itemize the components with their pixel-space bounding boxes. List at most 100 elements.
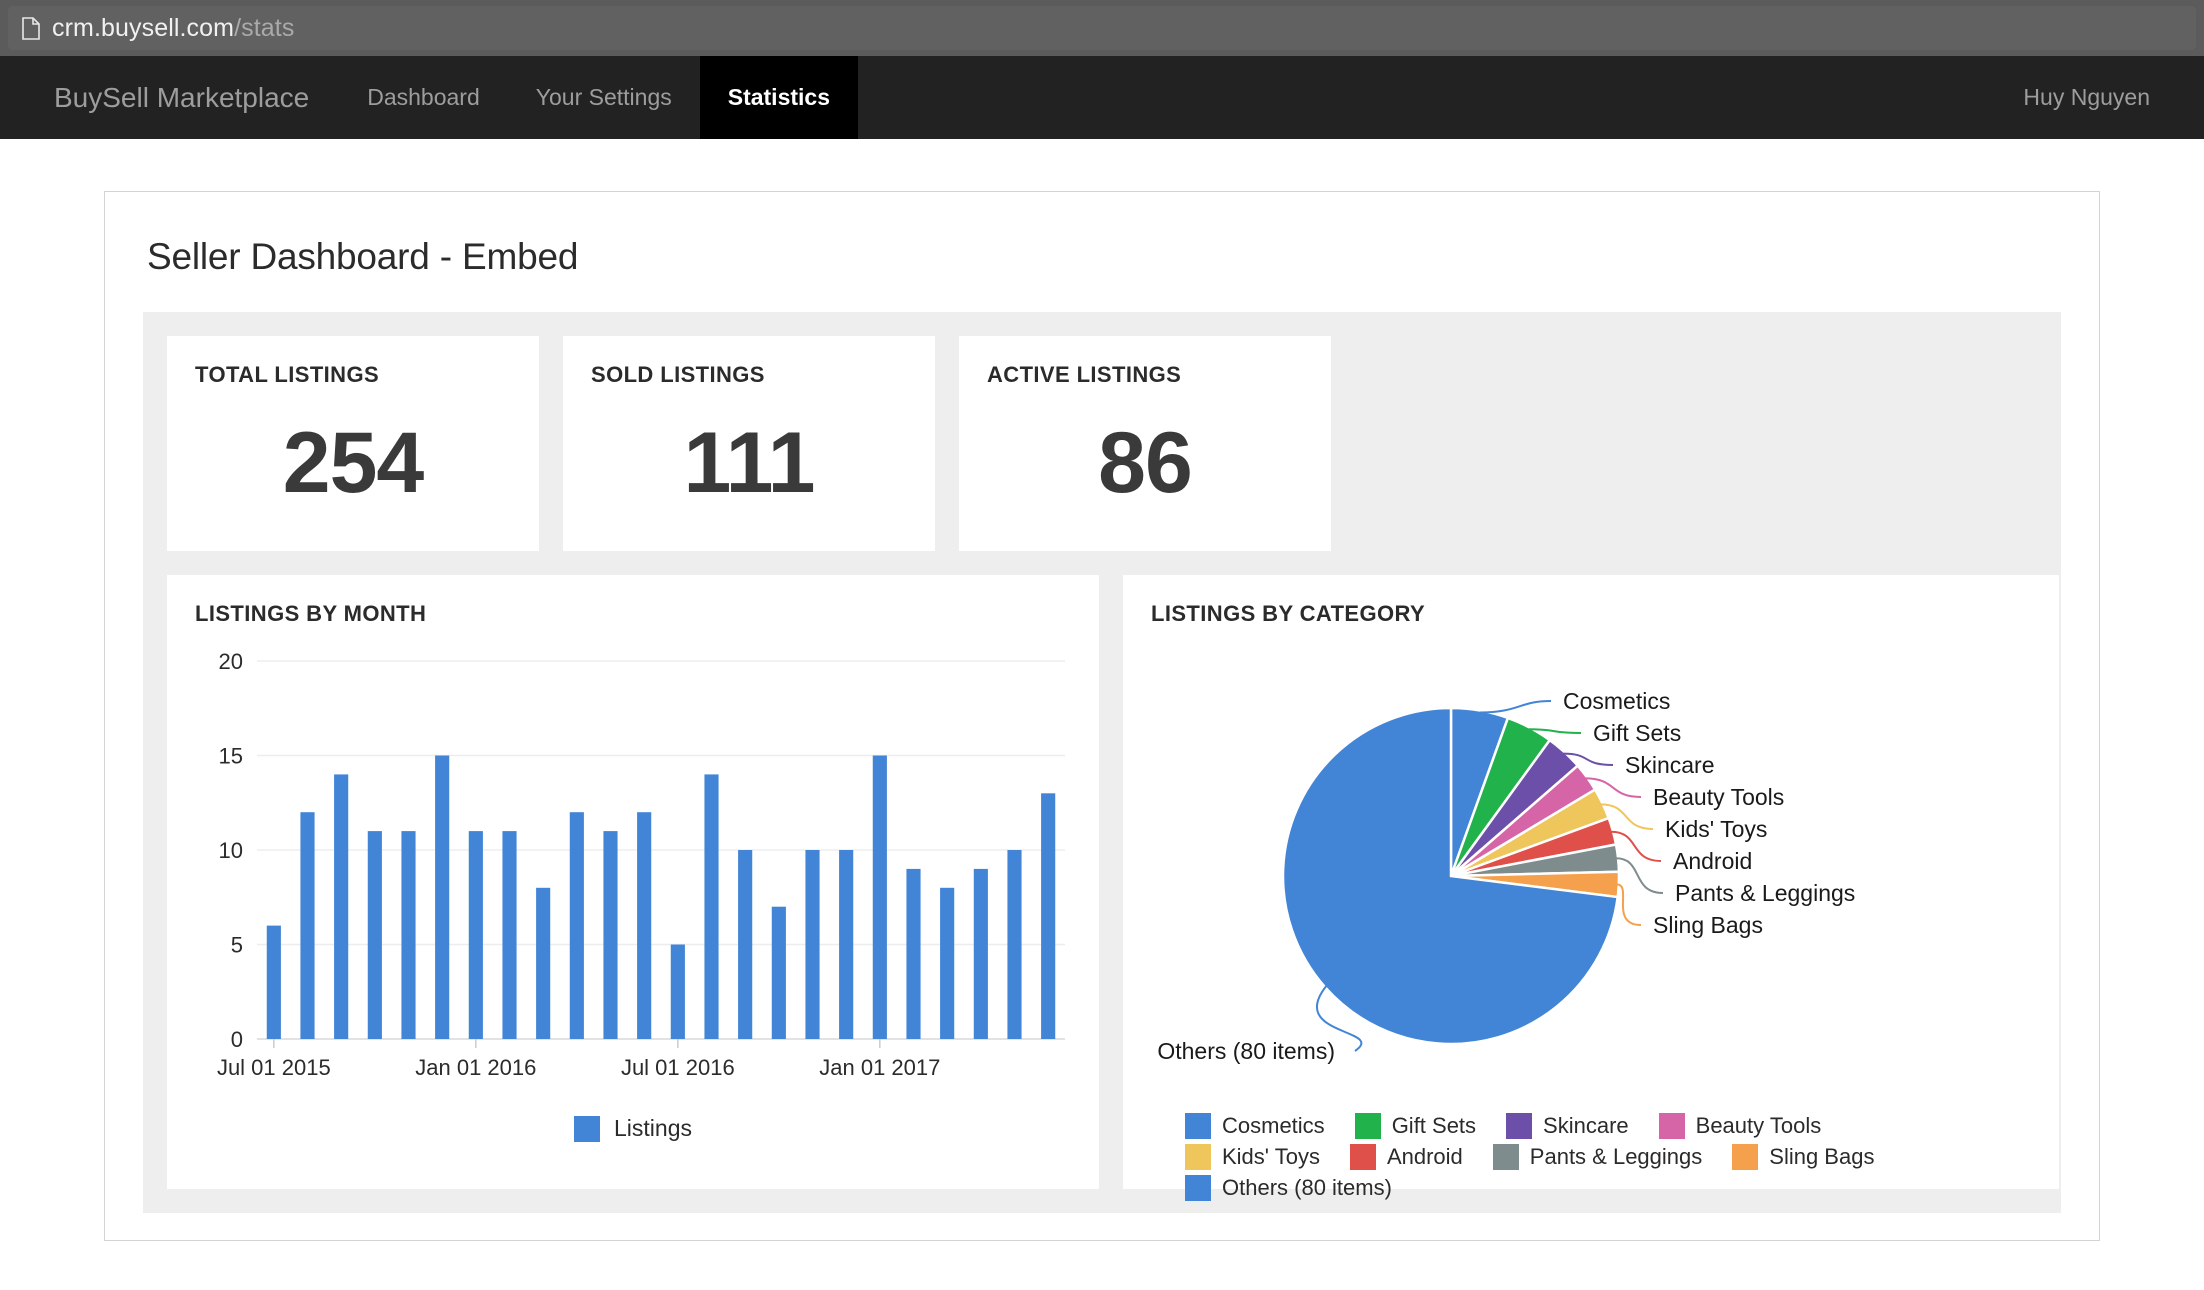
stat-value: 254 (195, 420, 511, 506)
brand-logo[interactable]: BuySell Marketplace (0, 56, 339, 139)
legend-swatch (1350, 1144, 1376, 1170)
bar[interactable] (772, 907, 786, 1039)
url-path: /stats (234, 14, 294, 42)
pie-slice-label: Beauty Tools (1653, 784, 1784, 810)
nav-item-dashboard[interactable]: Dashboard (339, 56, 508, 139)
svg-text:Jan 01 2017: Jan 01 2017 (819, 1055, 940, 1080)
nav-spacer (858, 56, 1995, 139)
legend-label-listings: Listings (614, 1115, 692, 1142)
bar[interactable] (536, 888, 550, 1039)
pie-legend-entry[interactable]: Beauty Tools (1659, 1113, 1822, 1139)
svg-text:0: 0 (231, 1027, 243, 1052)
chart-title: LISTINGS BY CATEGORY (1151, 601, 2031, 627)
pie-slice-label: Sling Bags (1653, 912, 1763, 938)
stat-value: 111 (591, 420, 907, 506)
bar[interactable] (334, 774, 348, 1039)
bar[interactable] (469, 831, 483, 1039)
bar-chart[interactable]: 05101520Jul 01 2015Jan 01 2016Jul 01 201… (195, 639, 1071, 1109)
bar[interactable] (974, 869, 988, 1039)
pie-legend-entry[interactable]: Skincare (1506, 1113, 1629, 1139)
bar[interactable] (300, 812, 314, 1039)
legend-label: Kids' Toys (1222, 1144, 1320, 1170)
legend-label: Skincare (1543, 1113, 1629, 1139)
bar[interactable] (603, 831, 617, 1039)
svg-text:Jul 01 2016: Jul 01 2016 (621, 1055, 735, 1080)
bar[interactable] (435, 756, 449, 1040)
svg-text:15: 15 (219, 744, 243, 769)
listings-by-category-card: LISTINGS BY CATEGORY Cosmetics Gift Sets S… (1123, 575, 2059, 1189)
stat-label: ACTIVE LISTINGS (987, 362, 1303, 388)
bar[interactable] (805, 850, 819, 1039)
pie-slice-label: Kids' Toys (1665, 816, 1767, 842)
user-menu[interactable]: Huy Nguyen (1995, 56, 2204, 139)
bar[interactable] (873, 756, 887, 1040)
svg-text:Jan 01 2016: Jan 01 2016 (415, 1055, 536, 1080)
legend-swatch (1493, 1144, 1519, 1170)
pie-slice-label: Cosmetics (1563, 688, 1670, 714)
nav-item-statistics[interactable]: Statistics (700, 56, 858, 139)
pie-slice-label: Android (1673, 848, 1752, 874)
legend-label: Others (80 items) (1222, 1175, 1392, 1201)
bar[interactable] (502, 831, 516, 1039)
bar[interactable] (671, 945, 685, 1040)
bar[interactable] (906, 869, 920, 1039)
page-title: Seller Dashboard - Embed (143, 236, 2061, 312)
pie-legend-entry[interactable]: Android (1350, 1144, 1463, 1170)
listings-by-month-card: LISTINGS BY MONTH 05101520Jul 01 2015Jan… (167, 575, 1099, 1189)
legend-label: Cosmetics (1222, 1113, 1325, 1139)
stat-value: 86 (987, 420, 1303, 506)
dashboard-well: TOTAL LISTINGS 254 SOLD LISTINGS 111 ACT… (143, 312, 2061, 1213)
pie-legend-entry[interactable]: Pants & Leggings (1493, 1144, 1702, 1170)
browser-toolbar: crm.buysell.com/stats (0, 0, 2204, 56)
nav-menu: Dashboard Your Settings Statistics (339, 56, 858, 139)
bar[interactable] (738, 850, 752, 1039)
address-bar-url: crm.buysell.com/stats (52, 14, 294, 43)
bar[interactable] (401, 831, 415, 1039)
svg-text:10: 10 (219, 838, 243, 863)
legend-label: Beauty Tools (1696, 1113, 1822, 1139)
bar[interactable] (368, 831, 382, 1039)
stat-card-total-listings: TOTAL LISTINGS 254 (167, 336, 539, 551)
legend-label: Sling Bags (1769, 1144, 1874, 1170)
dashboard-panel: Seller Dashboard - Embed TOTAL LISTINGS … (104, 191, 2100, 1241)
document-icon (22, 17, 40, 40)
legend-swatch (1732, 1144, 1758, 1170)
bar-chart-svg[interactable]: 05101520Jul 01 2015Jan 01 2016Jul 01 201… (195, 639, 1071, 1109)
svg-text:5: 5 (231, 933, 243, 958)
pie-legend-entry[interactable]: Others (80 items) (1185, 1175, 1392, 1201)
legend-swatch (1355, 1113, 1381, 1139)
bar[interactable] (637, 812, 651, 1039)
pie-legend-entry[interactable]: Kids' Toys (1185, 1144, 1320, 1170)
pie-legend-entry[interactable]: Cosmetics (1185, 1113, 1325, 1139)
pie-slice-label: Pants & Leggings (1675, 880, 1855, 906)
legend-swatch (1185, 1175, 1211, 1201)
bar[interactable] (839, 850, 853, 1039)
bar[interactable] (267, 926, 281, 1039)
pie-slice-label: Skincare (1625, 752, 1714, 778)
stat-card-sold-listings: SOLD LISTINGS 111 (563, 336, 935, 551)
pie-chart-svg[interactable]: CosmeticsGift SetsSkincareBeauty ToolsKi… (1151, 631, 2031, 1111)
legend-swatch-listings (574, 1116, 600, 1142)
bar[interactable] (1041, 793, 1055, 1039)
pie-legend-entry[interactable]: Gift Sets (1355, 1113, 1476, 1139)
bar[interactable] (1007, 850, 1021, 1039)
chart-title: LISTINGS BY MONTH (195, 601, 1071, 627)
nav-item-your-settings[interactable]: Your Settings (508, 56, 700, 139)
bar[interactable] (704, 774, 718, 1039)
stat-card-active-listings: ACTIVE LISTINGS 86 (959, 336, 1331, 551)
stat-card-row: TOTAL LISTINGS 254 SOLD LISTINGS 111 ACT… (167, 336, 2037, 551)
legend-label: Gift Sets (1392, 1113, 1476, 1139)
bar[interactable] (570, 812, 584, 1039)
bar[interactable] (940, 888, 954, 1039)
pie-legend-entry[interactable]: Sling Bags (1732, 1144, 1874, 1170)
pie-slice-label: Others (80 items) (1157, 1038, 1335, 1064)
pie-leader-line (1480, 701, 1551, 712)
pie-leader-line (1617, 884, 1641, 925)
legend-swatch (1659, 1113, 1685, 1139)
pie-chart[interactable]: CosmeticsGift SetsSkincareBeauty ToolsKi… (1151, 631, 2031, 1111)
address-bar[interactable]: crm.buysell.com/stats (8, 6, 2196, 50)
stat-label: SOLD LISTINGS (591, 362, 907, 388)
page-body: Seller Dashboard - Embed TOTAL LISTINGS … (0, 139, 2204, 1290)
legend-label: Android (1387, 1144, 1463, 1170)
legend-label: Pants & Leggings (1530, 1144, 1702, 1170)
